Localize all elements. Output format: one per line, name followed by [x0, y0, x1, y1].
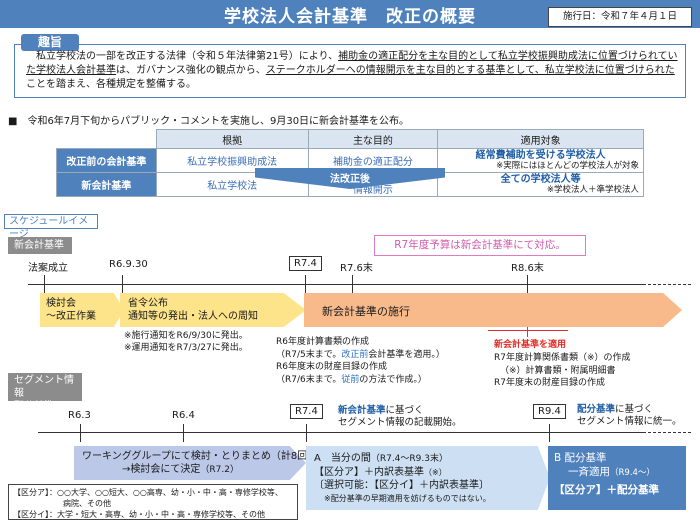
- category-a-line-2: 病院、その他: [63, 499, 111, 508]
- budget-note: R7年度予算は新会計基準にて対応。: [374, 235, 586, 256]
- ordinance-line-1: 省令公布: [128, 298, 168, 309]
- header-purpose: 主な目的: [307, 129, 439, 149]
- new-standard-timeline-dash: [643, 284, 691, 285]
- table-header-row: 根拠 主な目的 適用対象: [56, 129, 644, 149]
- period-a-line-3: 〔選択可能：【区分イ】＋内訳表基準〕: [314, 480, 489, 491]
- row-label-new: 新会計基準: [56, 172, 157, 197]
- cell-target-new: 全ての学校法人等 ※学校法人＋準学校法人: [437, 172, 644, 197]
- period-b-line-1: B 配分基準: [554, 452, 607, 464]
- new-standard-label: 新会計基準: [8, 237, 72, 254]
- segment-start-note: 新会計基準に基づく セグメント情報の記載開始。: [338, 405, 462, 428]
- r7-docs-line-1: R7年度計算関係書類（※）の作成: [494, 353, 631, 363]
- tick-r6-3: [80, 424, 81, 442]
- target-old-note: ※実際にはほとんどの学校法人が対象: [496, 160, 639, 171]
- ordinance-line-2: 通知等の発出・法人への周知: [128, 311, 258, 322]
- segment-start-line-2: セグメント情報の記載開始。: [338, 417, 462, 428]
- tick-bill: [44, 275, 45, 293]
- effective-date-badge: 施行日：令和７年４月１日: [548, 7, 692, 27]
- point-r6-9-30: R6.9.30: [109, 259, 148, 270]
- tick-r6-4: [183, 424, 184, 442]
- period-a-text: A 当分の間（R7.4～R9.3末） 【区分ア】＋内訳表基準（※） 〔選択可能：…: [314, 453, 491, 503]
- law-revision-label: 法改正後: [330, 174, 370, 185]
- segment-unify-line-2: セグメント情報に統一。: [577, 416, 682, 427]
- target-old-main: 経常費補助を受ける学校法人: [475, 149, 606, 161]
- segment-timeline-line: [38, 432, 643, 433]
- apply-label: 新会計基準を適用: [494, 340, 567, 350]
- r7-docs-line-2: （※）計算書類・附属明細書: [500, 365, 616, 376]
- tick-r6-9-30: [122, 275, 123, 293]
- tick-r8-6: [527, 275, 528, 293]
- r6-documents-notes: R6年度計算書類の作成 （R7/5末まで。改正前会計基準を適用。） R6年度末の…: [276, 336, 445, 386]
- table-corner: [56, 129, 157, 149]
- cell-target-old: 経常費補助を受ける学校法人 ※実際にはほとんどの学校法人が対象: [437, 148, 644, 173]
- new-standard-timeline-line: [28, 284, 643, 285]
- wg-line-1: ワーキンググループにて検討・とりまとめ（計8回）: [82, 451, 318, 462]
- point-seg-r9-4: R9.4: [533, 404, 566, 419]
- r6-docs-line-4: （R7/6末まで。従前の方法で作成。）: [276, 374, 427, 385]
- point-r8-6: R8.6末: [511, 263, 544, 274]
- review-text: 検討会 ～改正作業: [46, 297, 96, 323]
- schedule-tag: スケジュールイメージ: [4, 214, 98, 240]
- point-r6-4: R6.4: [172, 410, 195, 421]
- working-group-text: ワーキンググループにて検討・とりまとめ（計8回） →検討会にて決定（R7.2）: [82, 451, 318, 475]
- apply-tick: [527, 327, 528, 337]
- tick-r7-4: [305, 275, 306, 293]
- point-r7-4: R7.4: [289, 256, 322, 271]
- row-label-old: 改正前の会計基準: [56, 148, 157, 173]
- r6-docs-line-2: （R7/5末まで。改正前会計基準を適用。）: [276, 349, 445, 360]
- segment-label: セグメント情報 配分基準: [8, 373, 82, 412]
- category-a-line-1: 【区分ア】：○○大学、○○短大、○○高専、幼・小・中・高・専修学校等、: [13, 488, 283, 497]
- r7-docs-line-3: R7年度末の財産目録の作成: [494, 378, 605, 388]
- r6-docs-line-1: R6年度計算書類の作成: [276, 337, 369, 347]
- notice-line-1: ※施行通知をR6/9/30に発出。: [124, 331, 248, 341]
- header-basis: 根拠: [155, 129, 309, 149]
- target-new-main: 全ての学校法人等: [500, 173, 581, 185]
- tick-seg-r7-4: [306, 424, 307, 442]
- review-line-2: ～改正作業: [46, 311, 96, 322]
- review-line-1: 検討会: [46, 298, 76, 309]
- announcement-text: ■ 令和6年7月下旬からパブリック・コメントを実施し、9月30日に新会計基準を公…: [8, 116, 410, 127]
- notice-notes: ※施行通知をR6/9/30に発出。 ※運用通知をR7/3/27に発出。: [124, 330, 248, 354]
- point-seg-r7-4: R7.4: [290, 404, 323, 419]
- point-bill-passed: 法案成立: [28, 263, 68, 274]
- category-i-line: 【区分イ】：大学・短大・高専、幼・小・中・高・専修学校等、その他: [13, 510, 265, 519]
- tick-seg-r9-4: [549, 424, 550, 442]
- segment-timeline-dash: [643, 432, 691, 433]
- header-target: 適用対象: [437, 129, 644, 149]
- segment-unify-note: 配分基準に基づく セグメント情報に統一。: [577, 404, 682, 427]
- notice-line-2: ※運用通知をR7/3/27に発出。: [124, 343, 248, 353]
- target-new-note: ※学校法人＋準学校法人: [546, 184, 639, 195]
- period-b-line-3: 【区分ア】＋配分基準: [554, 484, 659, 496]
- r7-documents-notes: R7年度計算関係書類（※）の作成 （※）計算書類・附属明細書 R7年度末の財産目…: [494, 352, 631, 390]
- period-b-text: B 配分基準 一斉適用（R9.4～） 【区分ア】＋配分基準: [554, 452, 659, 496]
- category-definitions: 【区分ア】：○○大学、○○短大、○○高専、幼・小・中・高・専修学校等、 病院、そ…: [8, 484, 298, 520]
- summary-text: 私立学校法の一部を改正する法律（令和５年法律第21号）により、補助金の適正配分を…: [26, 51, 678, 90]
- summary-label: 趣旨: [21, 34, 79, 51]
- apply-underline: [488, 330, 568, 331]
- period-a-line-4: ※配分基準の早期適用を妨げるものではない。: [324, 494, 491, 503]
- point-r7-6: R7.6末: [340, 263, 373, 274]
- tick-r7-6: [352, 275, 353, 293]
- segment-label-line-1: セグメント情報: [14, 375, 74, 399]
- point-r6-3: R6.3: [68, 410, 91, 421]
- enforcement-text: 新会計基準の施行: [322, 305, 410, 318]
- r6-docs-line-3: R6年度末の財産目録の作成: [276, 362, 387, 372]
- ordinance-text: 省令公布通知等の発出・法人への周知: [128, 297, 258, 323]
